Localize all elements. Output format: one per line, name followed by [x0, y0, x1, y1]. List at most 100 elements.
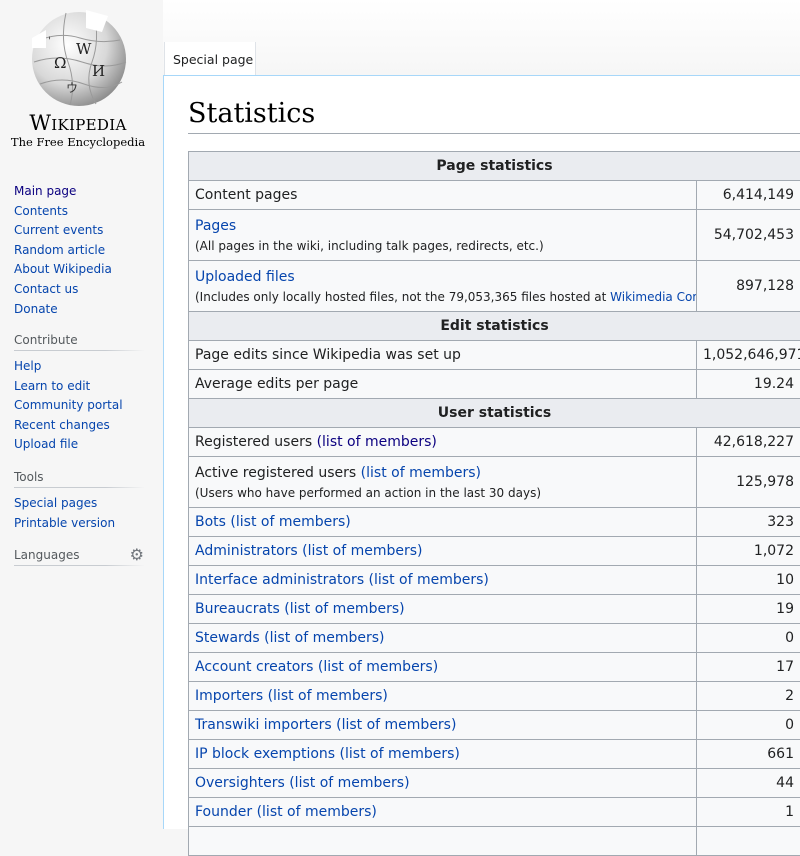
registered-users-list-link[interactable]: (list of members) — [317, 434, 437, 450]
group-cell: Oversighters (list of members) — [189, 769, 697, 798]
contribute-item-learn[interactable]: Learn to edit — [14, 377, 144, 397]
active-users-list-link[interactable]: (list of members) — [361, 465, 481, 481]
nav-item-contact[interactable]: Contact us — [14, 280, 144, 300]
svg-text:И: И — [92, 62, 105, 80]
group-cell: Bots (list of members) — [189, 508, 697, 537]
group-link-bureaucrats[interactable]: Bureaucrats (list of members) — [195, 601, 405, 617]
table-row: Bots (list of members) 323 — [189, 508, 800, 537]
wikimedia-commons-link[interactable]: Wikimedia Commons — [610, 290, 696, 304]
nav-item-current-events[interactable]: Current events — [14, 221, 144, 241]
tools-heading-label: Tools — [14, 470, 44, 484]
table-row: Administrators (list of members)1,072 — [189, 537, 800, 566]
group-link-oversighters[interactable]: Oversighters (list of members) — [195, 775, 410, 791]
nav-link-contents[interactable]: Contents — [14, 204, 68, 218]
stat-label-cell: Pages (All pages in the wiki, including … — [189, 210, 697, 261]
nav-link-main-page[interactable]: Main page — [14, 184, 76, 198]
svg-text:ꞌ: ꞌ — [48, 36, 51, 47]
table-row: Importers (list of members) 2 — [189, 682, 800, 711]
group-link-account-creators[interactable]: Account creators (list of members) — [195, 659, 438, 675]
contribute-link-portal[interactable]: Community portal — [14, 398, 123, 412]
nav-item-donate[interactable]: Donate — [14, 300, 144, 320]
group-link-stewards[interactable]: Stewards (list of members) — [195, 630, 384, 646]
nav-link-current-events[interactable]: Current events — [14, 223, 103, 237]
group-link-interface-administrators[interactable]: Interface administrators (list of member… — [195, 572, 489, 588]
group-link-importers[interactable]: Importers (list of members) — [195, 688, 388, 704]
table-row: Transwiki importers (list of members) 0 — [189, 711, 800, 740]
table-row: Stewards (list of members) 0 — [189, 624, 800, 653]
table-row: Active registered users (list of members… — [189, 457, 800, 508]
svg-text:ウ: ウ — [66, 81, 78, 95]
nav-item-main-page[interactable]: Main page — [14, 182, 144, 202]
group-count: 0 — [697, 624, 800, 653]
nav-link-donate[interactable]: Donate — [14, 302, 58, 316]
tools-item-special[interactable]: Special pages — [14, 494, 144, 514]
group-count: 10 — [697, 566, 800, 595]
group-link-administrators[interactable]: Administrators (list of members) — [195, 543, 423, 559]
nav-item-about[interactable]: About Wikipedia — [14, 260, 144, 280]
group-cell: Bureaucrats (list of members) — [189, 595, 697, 624]
page-header-bar — [163, 0, 800, 75]
section-header-row: Edit statistics — [189, 312, 800, 341]
group-link-transwiki-importers[interactable]: Transwiki importers (list of members) — [195, 717, 456, 733]
group-cell — [189, 827, 697, 856]
table-row: Average edits per page 19.24 — [189, 370, 800, 399]
contribute-item-upload[interactable]: Upload file — [14, 435, 144, 455]
nav-item-random-article[interactable]: Random article — [14, 241, 144, 261]
svg-text:W: W — [76, 40, 92, 58]
contribute-item-portal[interactable]: Community portal — [14, 396, 144, 416]
group-cell: Interface administrators (list of member… — [189, 566, 697, 595]
group-count: 44 — [697, 769, 800, 798]
group-count: 323 — [697, 508, 800, 537]
wikipedia-wordmark: Wikipedia — [10, 111, 146, 135]
wikipedia-logo[interactable]: W Ω И ウ ꞌ Wikipedia The Free Encyclopedi… — [10, 10, 150, 155]
group-count: 0 — [697, 711, 800, 740]
group-cell: Transwiki importers (list of members) — [189, 711, 697, 740]
contribute-link-recent[interactable]: Recent changes — [14, 418, 110, 432]
user-statistics-header: User statistics — [189, 399, 800, 428]
pages-link[interactable]: Pages — [195, 218, 236, 234]
stat-note: (All pages in the wiki, including talk p… — [195, 239, 690, 253]
nav-item-contents[interactable]: Contents — [14, 202, 144, 222]
nav-link-random-article[interactable]: Random article — [14, 243, 105, 257]
edit-statistics-header: Edit statistics — [189, 312, 800, 341]
group-link-ip-block-exemptions[interactable]: IP block exemptions (list of members) — [195, 746, 460, 762]
group-count: 19 — [697, 595, 800, 624]
tools-item-printable[interactable]: Printable version — [14, 514, 144, 534]
group-link-founder[interactable]: Founder (list of members) — [195, 804, 377, 820]
group-cell: Importers (list of members) — [189, 682, 697, 711]
stat-value: 1,052,646,971 — [697, 341, 800, 370]
table-row: Interface administrators (list of member… — [189, 566, 800, 595]
stat-value: 125,978 — [697, 457, 800, 508]
stat-value: 6,414,149 — [697, 181, 800, 210]
tab-special-page[interactable]: Special page — [164, 42, 256, 75]
group-count: 2 — [697, 682, 800, 711]
gear-icon[interactable]: ⚙ — [130, 549, 144, 561]
table-row: Uploaded files (Includes only locally ho… — [189, 261, 800, 312]
uploaded-files-link[interactable]: Uploaded files — [195, 269, 295, 285]
stat-value: 19.24 — [697, 370, 800, 399]
tab-special-page-label: Special page — [173, 52, 253, 67]
contribute-link-upload[interactable]: Upload file — [14, 437, 78, 451]
contribute-link-learn[interactable]: Learn to edit — [14, 379, 90, 393]
contribute-item-recent[interactable]: Recent changes — [14, 416, 144, 436]
tools-link-printable[interactable]: Printable version — [14, 516, 115, 530]
group-cell: Founder (list of members) — [189, 798, 697, 827]
stat-label-cell: Registered users (list of members) — [189, 428, 697, 457]
nav-link-about[interactable]: About Wikipedia — [14, 262, 112, 276]
group-count: 17 — [697, 653, 800, 682]
tools-menu: Tools Special pages Printable version — [14, 470, 144, 533]
table-row: IP block exemptions (list of members) 661 — [189, 740, 800, 769]
stat-label: Content pages — [189, 181, 697, 210]
contribute-heading-label: Contribute — [14, 333, 78, 347]
table-row: Pages (All pages in the wiki, including … — [189, 210, 800, 261]
contribute-item-help[interactable]: Help — [14, 357, 144, 377]
contribute-heading: Contribute — [14, 333, 144, 351]
stat-note: (Users who have performed an action in t… — [195, 486, 690, 500]
tools-heading: Tools — [14, 470, 144, 488]
group-count: 661 — [697, 740, 800, 769]
contribute-link-help[interactable]: Help — [14, 359, 41, 373]
tools-link-special[interactable]: Special pages — [14, 496, 97, 510]
nav-link-contact[interactable]: Contact us — [14, 282, 78, 296]
group-link-bots[interactable]: Bots (list of members) — [195, 514, 351, 530]
languages-menu: Languages ⚙ — [14, 548, 144, 572]
